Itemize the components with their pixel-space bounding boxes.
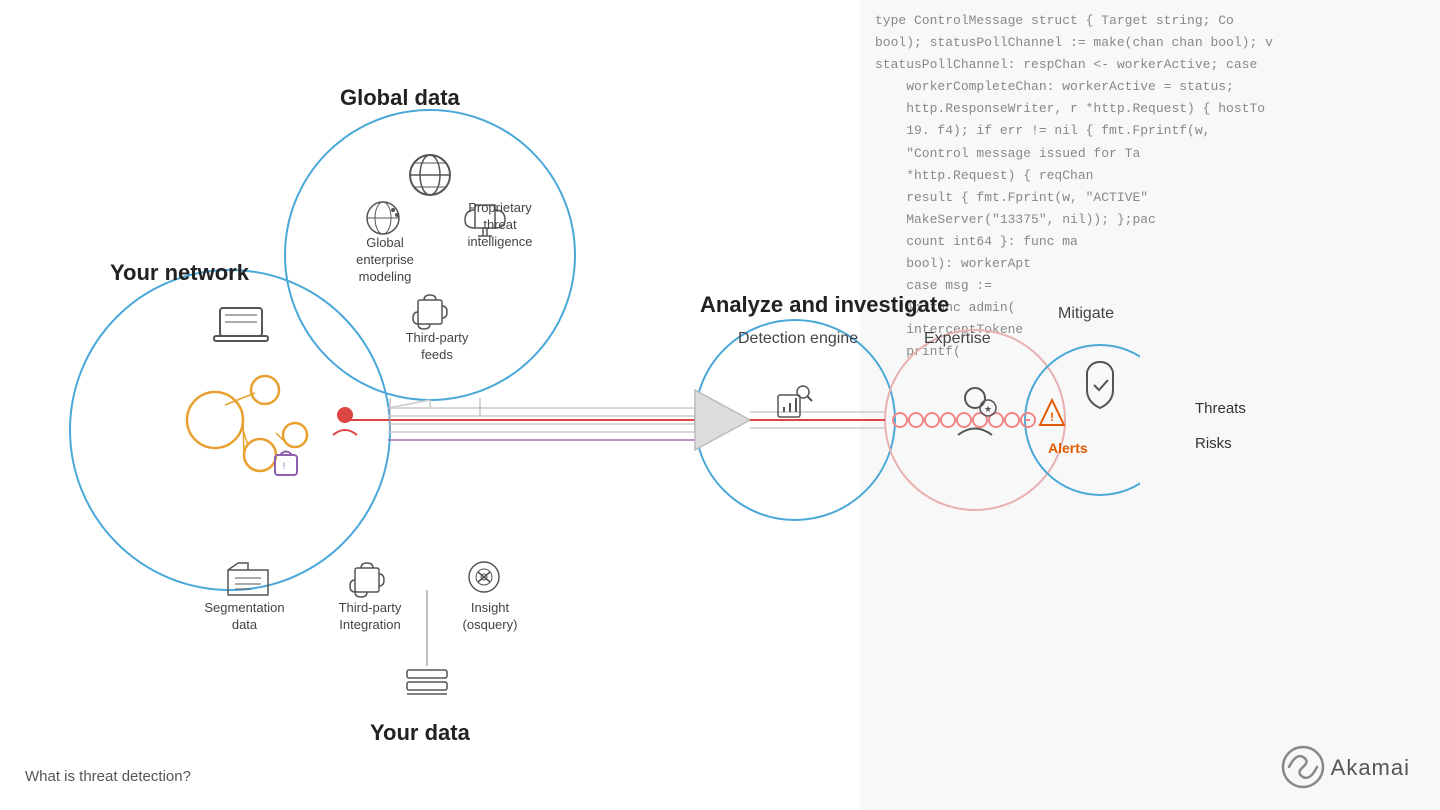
code-line-9: result { fmt.Fprint(w, "ACTIVE" — [875, 187, 1425, 209]
code-line-13: case msg := — [875, 275, 1425, 297]
svg-text:!: ! — [283, 461, 286, 471]
akamai-logo-icon — [1281, 745, 1326, 790]
insight-container: Insight (osquery) — [450, 600, 530, 634]
code-line-3: statusPollChannel: respChan <- workerAct… — [875, 54, 1425, 76]
analyze-label: Analyze and investigate — [700, 292, 949, 318]
code-line-11: count int64 }: func ma — [875, 231, 1425, 253]
threats-label: Threats — [1195, 400, 1246, 417]
code-background: type ControlMessage struct { Target stri… — [860, 0, 1440, 810]
code-line-7: "Control message issued for Ta — [875, 143, 1425, 165]
bottom-question: What is threat detection? — [25, 768, 191, 785]
your-data-label: Your data — [370, 720, 470, 746]
alerts-label: Alerts — [1048, 440, 1088, 456]
your-network-label: Your network — [110, 260, 249, 286]
code-line-10: MakeServer("13375", nil)); };pac — [875, 209, 1425, 231]
insight-label: Insight (osquery) — [450, 600, 530, 634]
segmentation-data-container: Segmentation data — [202, 600, 287, 634]
segmentation-data-label: Segmentation data — [202, 600, 287, 634]
proprietary-threat-icon-container: Proprietary threat intelligence — [455, 200, 545, 251]
code-line-2: bool); statusPollChannel := make(chan ch… — [875, 32, 1425, 54]
mitigate-label: Mitigate — [1058, 305, 1114, 323]
code-line-1: type ControlMessage struct { Target stri… — [875, 10, 1425, 32]
global-data-label: Global data — [340, 85, 460, 111]
akamai-logo: Akamai — [1281, 745, 1410, 790]
code-line-12: bool): workerApt — [875, 253, 1425, 275]
global-enterprise-label: Global enterprise modeling — [345, 235, 425, 286]
code-line-5: http.ResponseWriter, r *http.Request) { … — [875, 98, 1425, 120]
code-line-6: 19. f4); if err != nil { fmt.Fprintf(w, — [875, 120, 1425, 142]
global-enterprise-icon-container: Global enterprise modeling — [345, 235, 425, 286]
expertise-label: Expertise — [924, 330, 991, 348]
risks-label: Risks — [1195, 435, 1232, 452]
proprietary-threat-label: Proprietary threat intelligence — [455, 200, 545, 251]
third-party-integration-container: Third-party Integration — [325, 600, 415, 634]
code-line-8: *http.Request) { reqChan — [875, 165, 1425, 187]
third-party-integration-label: Third-party Integration — [325, 600, 415, 634]
akamai-logo-text: Akamai — [1331, 755, 1410, 781]
detection-engine-label: Detection engine — [738, 330, 858, 348]
third-party-feeds-label: Third-party feeds — [397, 330, 477, 364]
code-line-14: }; func admin( — [875, 297, 1425, 319]
code-line-4: workerCompleteChan: workerActive = statu… — [875, 76, 1425, 98]
third-party-feeds-icon-container: Third-party feeds — [397, 330, 477, 364]
